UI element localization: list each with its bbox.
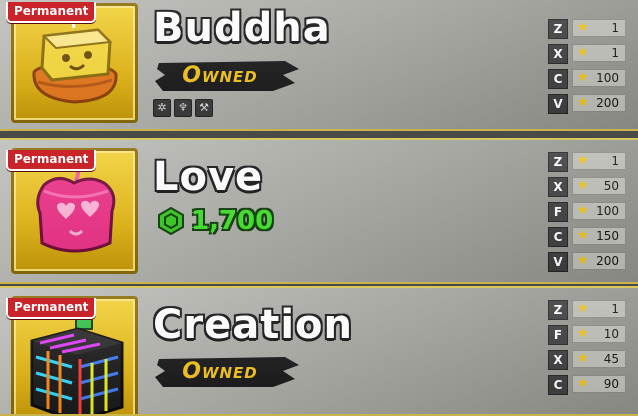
move-key: X [548, 350, 568, 370]
move-key: V [548, 252, 568, 272]
star-icon: ★ [577, 376, 589, 391]
move-level: ★ 10 [572, 325, 626, 343]
move-key: F [548, 325, 568, 345]
move-level: ★ 100 [572, 202, 626, 220]
axe-icon: ⚒ [195, 99, 213, 117]
star-icon: ★ [577, 351, 589, 366]
move-level: ★ 200 [572, 252, 626, 270]
move-key: C [548, 69, 568, 89]
move-level: ★ 1 [572, 44, 626, 62]
move-level: ★ 150 [572, 227, 626, 245]
move-level: ★ 1 [572, 19, 626, 37]
permanent-badge: Permanent [6, 150, 97, 171]
wings-icon: ♆ [174, 99, 192, 117]
fruit-name: Love [153, 154, 264, 200]
permanent-badge: Permanent [6, 2, 97, 23]
fruit-row-creation[interactable]: Permanent Creation Owned Z ★ 1 F ★ 10 X ★ 45 C… [0, 286, 638, 416]
move-f: F ★ 100 [548, 202, 628, 222]
fruit-name: Buddha [153, 5, 331, 51]
owned-label: Owned [155, 59, 300, 93]
star-icon: ★ [577, 153, 589, 168]
star-icon: ★ [577, 20, 589, 35]
star-icon: ★ [577, 228, 589, 243]
move-key: C [548, 227, 568, 247]
move-x: X ★ 50 [548, 177, 628, 197]
move-x: X ★ 45 [548, 350, 628, 370]
ability-icons: ✲ ♆ ⚒ [153, 99, 213, 117]
star-icon: ★ [577, 95, 589, 110]
move-z: Z ★ 1 [548, 19, 628, 39]
move-z: Z ★ 1 [548, 300, 628, 320]
gear-icon: ✲ [153, 99, 171, 117]
move-key: F [548, 202, 568, 222]
move-z: Z ★ 1 [548, 152, 628, 172]
move-level: ★ 200 [572, 94, 626, 112]
move-level: ★ 100 [572, 69, 626, 87]
move-x: X ★ 1 [548, 44, 628, 64]
move-c: C ★ 150 [548, 227, 628, 247]
move-key: C [548, 375, 568, 395]
move-key: Z [548, 300, 568, 320]
move-v: V ★ 200 [548, 94, 628, 114]
move-key: V [548, 94, 568, 114]
move-key: X [548, 177, 568, 197]
fruit-row-buddha[interactable]: Permanent Buddha Owned ✲ ♆ ⚒ Z ★ 1 X ★ 1 C ★ 1… [0, 0, 638, 131]
price-label: 1,700 [157, 206, 273, 236]
star-icon: ★ [577, 326, 589, 341]
star-icon: ★ [577, 45, 589, 60]
move-c: C ★ 90 [548, 375, 628, 395]
star-icon: ★ [577, 203, 589, 218]
star-icon: ★ [577, 178, 589, 193]
move-key: Z [548, 19, 568, 39]
move-level: ★ 50 [572, 177, 626, 195]
star-icon: ★ [577, 301, 589, 316]
permanent-badge: Permanent [6, 298, 97, 319]
move-level: ★ 45 [572, 350, 626, 368]
star-icon: ★ [577, 253, 589, 268]
move-level: ★ 1 [572, 152, 626, 170]
owned-label: Owned [155, 355, 300, 389]
move-v: V ★ 200 [548, 252, 628, 272]
price-value: 1,700 [191, 206, 274, 236]
move-f: F ★ 10 [548, 325, 628, 345]
star-icon: ★ [577, 70, 589, 85]
move-key: X [548, 44, 568, 64]
buddha-fruit-icon [32, 14, 118, 104]
move-c: C ★ 100 [548, 69, 628, 89]
fruit-row-love[interactable]: Permanent Love 1,700 Z ★ 1 X ★ 50 F ★ 100 C ★ 15… [0, 138, 638, 284]
robux-icon [158, 207, 184, 235]
move-key: Z [548, 152, 568, 172]
move-level: ★ 90 [572, 375, 626, 393]
move-level: ★ 1 [572, 300, 626, 318]
fruit-name: Creation [153, 302, 353, 348]
